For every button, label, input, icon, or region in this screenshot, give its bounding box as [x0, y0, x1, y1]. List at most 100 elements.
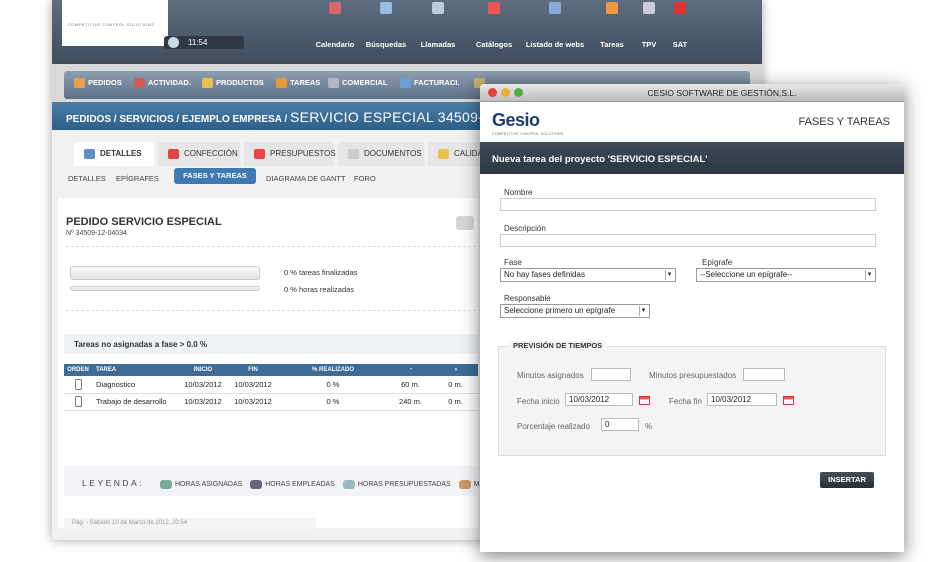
clock: 11:54 [164, 36, 244, 49]
nombre-input[interactable] [500, 198, 876, 211]
pedido-title: PEDIDO SERVICIO ESPECIAL [66, 216, 222, 228]
porcentaje-input[interactable]: 0 [601, 418, 639, 431]
module-busquedas[interactable]: Búsquedas [366, 2, 406, 49]
cell-minutes: 60 m. [388, 376, 433, 394]
subtab-epigrafes[interactable]: EPÍGRAFES [116, 174, 159, 183]
cell-minutes: 240 m. [388, 393, 433, 411]
module-listado-webs[interactable]: Listado de webs [526, 2, 584, 49]
table-row[interactable]: Diagnostico 10/03/2012 10/03/2012 0 % 60… [64, 376, 478, 394]
calendar-picker-icon[interactable] [639, 396, 650, 405]
cell-inicio: 10/03/2012 [178, 393, 228, 411]
status-bar: Pág. - Sábado 10 de Marzo de 2012, 20:54 [64, 518, 316, 530]
camera-icon[interactable] [456, 216, 474, 230]
descripcion-input[interactable] [500, 234, 876, 247]
activity-icon [134, 78, 145, 88]
fase-select[interactable]: No hay fases definidas ▾ [500, 268, 676, 282]
menu-actividad[interactable]: ACTIVIDAD. [134, 78, 191, 88]
col-realizado[interactable]: % REALIZADO [278, 364, 388, 376]
legend-item: HORAS EMPLEADAS [265, 481, 335, 488]
tab-confeccion[interactable]: CONFECCIÓN [158, 142, 240, 166]
module-catalogos[interactable]: Catálogos [476, 2, 512, 49]
col-assigned-hours-icon[interactable]: ◔ [388, 364, 433, 376]
subtab-foro[interactable]: FORO [354, 174, 376, 183]
sat-icon [674, 2, 686, 14]
module-tareas[interactable]: Tareas [600, 2, 624, 49]
clock-icon [168, 37, 179, 48]
menu-facturacion[interactable]: FACTURACI. [400, 78, 459, 88]
products-icon [202, 78, 213, 88]
tab-documentos[interactable]: DOCUMENTOS [338, 142, 424, 166]
menu-comercial[interactable]: COMERCIAL [328, 78, 387, 88]
col-orden[interactable]: ORDEN [64, 364, 92, 376]
hours-assigned-icon [160, 479, 172, 489]
order-handle-icon[interactable] [64, 376, 92, 394]
cell-minutes-used: 0 m. [433, 393, 478, 411]
dialog-header: Gesio COMPETITIVE CONTROL SOLUTIONS FASE… [480, 102, 904, 142]
divider [66, 310, 476, 311]
minutos-presupuestados-input[interactable] [743, 368, 785, 381]
breadcrumb-path: PEDIDOS / SERVICIOS / EJEMPLO EMPRESA / [66, 114, 288, 125]
subtab-fases-y-tareas[interactable]: FASES Y TAREAS [174, 168, 256, 184]
hours-budgeted-icon [342, 479, 355, 489]
fecha-fin-input[interactable]: 10/03/2012 [707, 393, 777, 406]
legend-item: HORAS ASIGNADAS [175, 481, 243, 488]
subtab-detalles[interactable]: DETALLES [68, 174, 106, 183]
chevron-down-icon: ▾ [665, 270, 673, 280]
hours-used-icon [250, 479, 263, 489]
cell-realizado: 0 % [278, 393, 388, 411]
col-fin[interactable]: FIN [228, 364, 278, 376]
order-handle-icon[interactable] [64, 393, 92, 411]
confeccion-icon [168, 149, 179, 159]
col-inicio[interactable]: INICIO [178, 364, 228, 376]
commercial-icon [328, 78, 339, 88]
tpv-icon [643, 2, 655, 14]
menu-pedidos[interactable]: PEDIDOS [74, 78, 122, 88]
prevision-fieldset: PREVISIÓN DE TIEMPOS Minutos asignados M… [498, 341, 886, 456]
main-content: PEDIDO SERVICIO ESPECIAL Nº 34509-12-040… [58, 198, 493, 530]
epigrafe-select[interactable]: --Seleccione un epígrafe-- ▾ [696, 268, 876, 282]
divider [66, 246, 476, 247]
menu-productos[interactable]: PRODUCTOS [202, 78, 264, 88]
module-tpv[interactable]: TPV [642, 2, 656, 49]
responsable-select[interactable]: Seleccione primero un epígrafe ▾ [500, 304, 650, 318]
tab-presupuestos[interactable]: PRESUPUESTOS [244, 142, 336, 166]
tasks-table: ORDEN TAREA INICIO FIN % REALIZADO ◔ ◑ D… [64, 364, 478, 411]
calendar-picker-icon[interactable] [783, 396, 794, 405]
dialog-form: Nombre Descripción Fase No hay fases def… [480, 174, 904, 552]
web-icon [549, 2, 561, 14]
col-tarea[interactable]: TAREA [92, 364, 178, 376]
app-logo: COMPETITIVE CONTROL SOLUTIONS [62, 0, 168, 46]
phone-icon [432, 2, 444, 14]
hours-progress-label: 0 % horas realizadas [284, 285, 355, 294]
hours-progress-bar [70, 286, 260, 291]
cell-tarea: Trabajo de desarrollo [92, 393, 178, 411]
dialog-titlebar[interactable]: CESIO SOFTWARE DE GESTIÓN,S.L. [480, 84, 904, 102]
tab-detalles[interactable]: DETALLES [74, 142, 154, 166]
orders-icon [74, 78, 85, 88]
cell-minutes-used: 0 m. [433, 376, 478, 394]
subtab-gantt[interactable]: DIAGRAMA DE GANTT [266, 174, 346, 183]
table-row[interactable]: Trabajo de desarrollo 10/03/2012 10/03/2… [64, 393, 478, 411]
gesio-logo: Gesio [492, 110, 540, 130]
fecha-inicio-input[interactable]: 10/03/2012 [565, 393, 633, 406]
module-llamadas[interactable]: Llamadas [421, 2, 455, 49]
chevron-down-icon: ▾ [639, 306, 647, 316]
documents-icon [348, 149, 359, 159]
dialog-section-title: FASES Y TAREAS [798, 116, 890, 128]
porcentaje-label: Porcentaje realizado [517, 422, 590, 431]
minutos-asignados-input[interactable] [591, 368, 631, 381]
top-bar: COMPETITIVE CONTROL SOLUTIONS 11:54 Cale… [52, 0, 762, 64]
responsable-label: Responsable [504, 294, 551, 303]
insert-button[interactable]: INSERTAR [820, 472, 874, 488]
menu-tareas[interactable]: TAREAS [276, 78, 320, 88]
new-task-dialog: CESIO SOFTWARE DE GESTIÓN,S.L. Gesio COM… [480, 84, 904, 552]
brand-tagline: COMPETITIVE CONTROL SOLUTIONS [68, 22, 155, 27]
gesio-tagline: COMPETITIVE CONTROL SOLUTIONS [492, 132, 564, 136]
tasks-icon [606, 2, 618, 14]
module-sat[interactable]: SAT [673, 2, 687, 49]
col-used-hours-icon[interactable]: ◑ [433, 364, 478, 376]
module-calendario[interactable]: Calendario [316, 2, 354, 49]
cell-fin: 10/03/2012 [228, 393, 278, 411]
chevron-down-icon: ▾ [865, 270, 873, 280]
nombre-label: Nombre [504, 188, 533, 197]
